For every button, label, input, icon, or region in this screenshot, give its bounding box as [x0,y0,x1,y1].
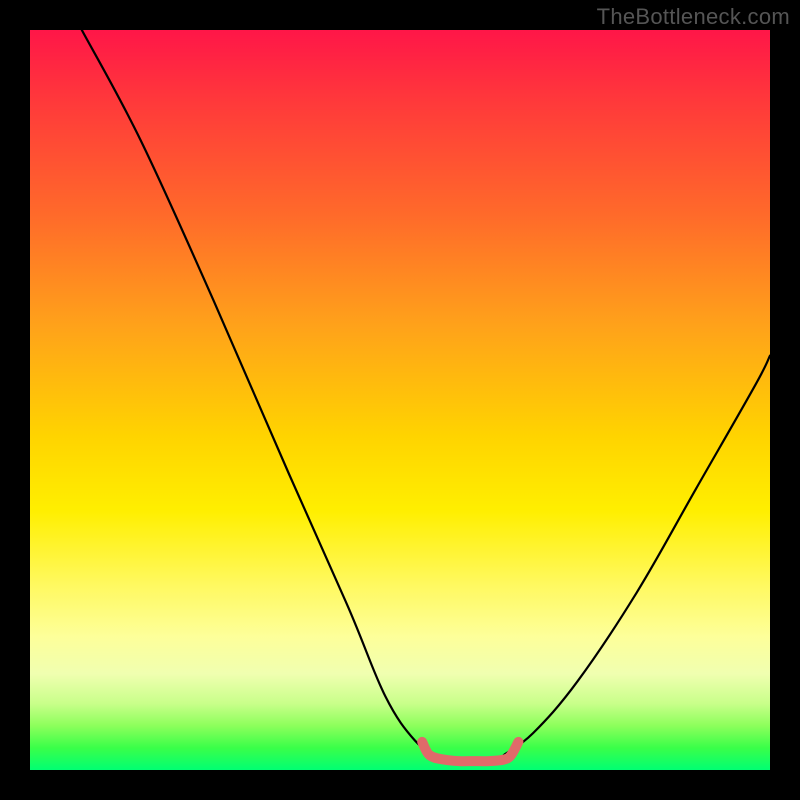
curve-overlay [30,30,770,770]
bottom-bracket-path [422,742,518,761]
plot-area [30,30,770,770]
right-curve-path [504,356,770,756]
chart-frame: TheBottleneck.com [0,0,800,800]
left-curve-path [82,30,437,755]
watermark-text: TheBottleneck.com [597,4,790,30]
